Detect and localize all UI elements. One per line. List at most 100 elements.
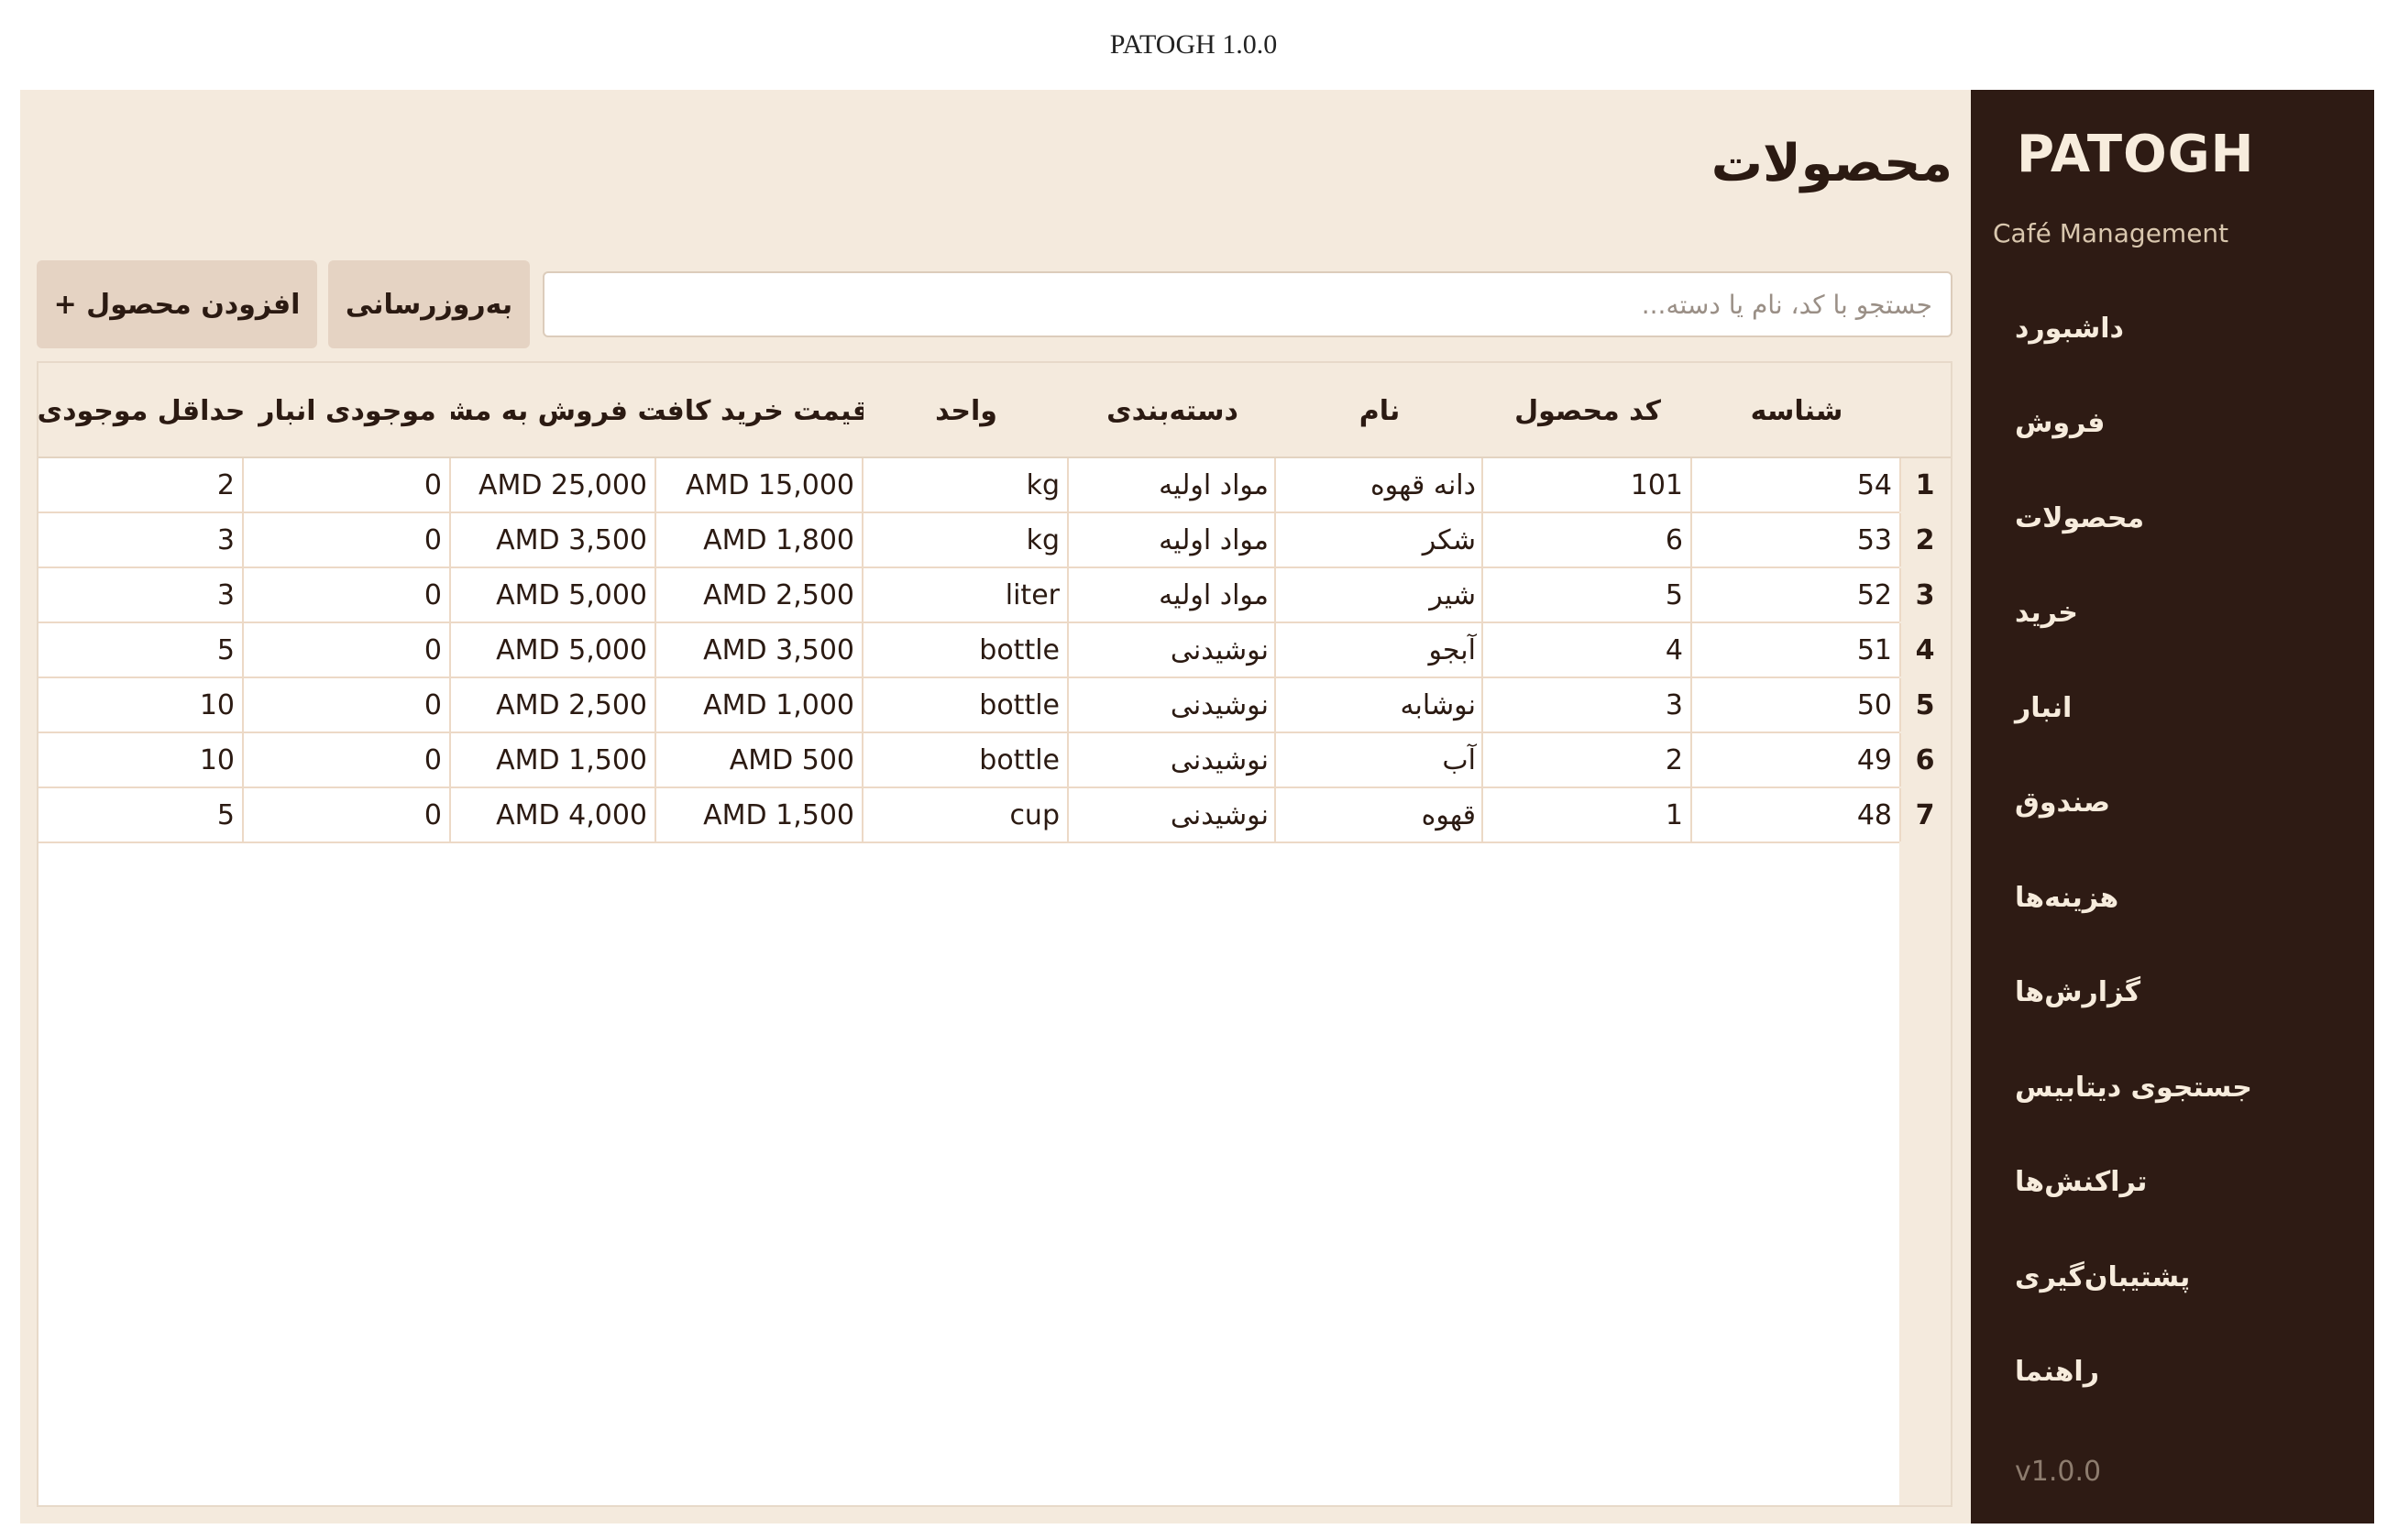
cell-name[interactable]: شکر: [1276, 513, 1483, 568]
cell-buy-price[interactable]: AMD 3,500: [656, 623, 864, 678]
sidebar-item-purchase[interactable]: خرید: [2015, 586, 2345, 641]
header-sell-price[interactable]: قیمت فروش به مشتری: [451, 363, 656, 458]
sidebar-item-transactions[interactable]: تراکنش‌ها: [2015, 1155, 2345, 1210]
cell-id[interactable]: 54: [1692, 458, 1901, 513]
cell-unit[interactable]: kg: [864, 458, 1069, 513]
cell-buy-price[interactable]: AMD 1,800: [656, 513, 864, 568]
table-row[interactable]: 3 0 AMD 3,500 AMD 1,800 kg مواد اولیه شکر 6 53: [38, 513, 1901, 568]
cell-unit[interactable]: kg: [864, 513, 1069, 568]
cell-buy-price[interactable]: AMD 1,500: [656, 788, 864, 843]
header-stock[interactable]: موجودی انبار: [244, 363, 451, 458]
cell-id[interactable]: 48: [1692, 788, 1901, 843]
row-number[interactable]: 7: [1899, 788, 1951, 843]
cell-name[interactable]: نوشابه: [1276, 678, 1483, 733]
cell-buy-price[interactable]: AMD 500: [656, 733, 864, 788]
sidebar-item-reports[interactable]: گزارش‌ها: [2015, 965, 2345, 1020]
cell-sell-price[interactable]: AMD 2,500: [451, 678, 656, 733]
cell-sell-price[interactable]: AMD 5,000: [451, 623, 656, 678]
sidebar-item-warehouse[interactable]: انبار: [2015, 680, 2345, 735]
cell-id[interactable]: 53: [1692, 513, 1901, 568]
cell-id[interactable]: 51: [1692, 623, 1901, 678]
cell-category[interactable]: نوشیدنی: [1069, 788, 1276, 843]
cell-buy-price[interactable]: AMD 2,500: [656, 568, 864, 623]
table-row[interactable]: 5 0 AMD 4,000 AMD 1,500 cup نوشیدنی قهوه 1 48: [38, 788, 1901, 843]
cell-unit[interactable]: liter: [864, 568, 1069, 623]
cell-code[interactable]: 1: [1483, 788, 1692, 843]
add-product-button[interactable]: افزودن محصول +: [37, 260, 317, 348]
cell-id[interactable]: 52: [1692, 568, 1901, 623]
header-category[interactable]: دسته‌بندی: [1069, 363, 1276, 458]
table-row[interactable]: 10 0 AMD 1,500 AMD 500 bottle نوشیدنی آب 2 49: [38, 733, 1901, 788]
cell-stock[interactable]: 0: [244, 568, 451, 623]
cell-unit[interactable]: cup: [864, 788, 1069, 843]
cell-sell-price[interactable]: AMD 4,000: [451, 788, 656, 843]
cell-category[interactable]: مواد اولیه: [1069, 513, 1276, 568]
cell-stock[interactable]: 0: [244, 513, 451, 568]
sidebar-item-sales[interactable]: فروش: [2015, 396, 2345, 451]
cell-name[interactable]: شیر: [1276, 568, 1483, 623]
cell-stock[interactable]: 0: [244, 678, 451, 733]
header-code[interactable]: کد محصول: [1483, 363, 1692, 458]
table-row[interactable]: 10 0 AMD 2,500 AMD 1,000 bottle نوشیدنی نوشابه…: [38, 678, 1901, 733]
cell-code[interactable]: 5: [1483, 568, 1692, 623]
sidebar-item-expenses[interactable]: هزینه‌ها: [2015, 870, 2345, 925]
header-name[interactable]: نام: [1276, 363, 1483, 458]
cell-sell-price[interactable]: AMD 1,500: [451, 733, 656, 788]
table-row[interactable]: 5 0 AMD 5,000 AMD 3,500 bottle نوشیدنی آبجو 4 51: [38, 623, 1901, 678]
cell-buy-price[interactable]: AMD 15,000: [656, 458, 864, 513]
cell-unit[interactable]: bottle: [864, 623, 1069, 678]
sidebar-item-database-search[interactable]: جستجوی دیتابیس: [2015, 1060, 2345, 1115]
cell-category[interactable]: نوشیدنی: [1069, 623, 1276, 678]
sidebar-item-dashboard[interactable]: داشبورد: [2015, 301, 2345, 356]
row-number[interactable]: 5: [1899, 678, 1951, 733]
sidebar-item-cashbox[interactable]: صندوق: [2015, 776, 2345, 830]
cell-min-stock[interactable]: 5: [38, 623, 244, 678]
table-row[interactable]: 3 0 AMD 5,000 AMD 2,500 liter مواد اولیه شیر 5 5…: [38, 568, 1901, 623]
cell-unit[interactable]: bottle: [864, 678, 1069, 733]
sidebar-item-backup[interactable]: پشتیبان‌گیری: [2015, 1249, 2345, 1304]
cell-code[interactable]: 3: [1483, 678, 1692, 733]
cell-sell-price[interactable]: AMD 25,000: [451, 458, 656, 513]
cell-name[interactable]: دانه قهوه: [1276, 458, 1483, 513]
row-number[interactable]: 1: [1899, 458, 1951, 513]
cell-min-stock[interactable]: 10: [38, 678, 244, 733]
search-input[interactable]: [543, 271, 1952, 337]
cell-name[interactable]: آبجو: [1276, 623, 1483, 678]
cell-sell-price[interactable]: AMD 3,500: [451, 513, 656, 568]
cell-min-stock[interactable]: 5: [38, 788, 244, 843]
cell-min-stock[interactable]: 2: [38, 458, 244, 513]
cell-category[interactable]: مواد اولیه: [1069, 458, 1276, 513]
header-buy-price[interactable]: قیمت خرید کافه: [656, 363, 864, 458]
cell-stock[interactable]: 0: [244, 733, 451, 788]
refresh-button[interactable]: به‌روزرسانی: [328, 260, 530, 348]
cell-unit[interactable]: bottle: [864, 733, 1069, 788]
cell-code[interactable]: 2: [1483, 733, 1692, 788]
cell-code[interactable]: 4: [1483, 623, 1692, 678]
cell-category[interactable]: مواد اولیه: [1069, 568, 1276, 623]
cell-buy-price[interactable]: AMD 1,000: [656, 678, 864, 733]
cell-category[interactable]: نوشیدنی: [1069, 678, 1276, 733]
cell-category[interactable]: نوشیدنی: [1069, 733, 1276, 788]
cell-stock[interactable]: 0: [244, 623, 451, 678]
cell-stock[interactable]: 0: [244, 788, 451, 843]
cell-name[interactable]: قهوه: [1276, 788, 1483, 843]
row-number[interactable]: 3: [1899, 568, 1951, 623]
row-number[interactable]: 6: [1899, 733, 1951, 788]
sidebar-item-help[interactable]: راهنما: [2015, 1345, 2345, 1400]
cell-sell-price[interactable]: AMD 5,000: [451, 568, 656, 623]
cell-name[interactable]: آب: [1276, 733, 1483, 788]
cell-id[interactable]: 49: [1692, 733, 1901, 788]
cell-min-stock[interactable]: 3: [38, 568, 244, 623]
cell-code[interactable]: 6: [1483, 513, 1692, 568]
sidebar-item-products[interactable]: محصولات: [2015, 490, 2345, 545]
cell-stock[interactable]: 0: [244, 458, 451, 513]
header-min-stock[interactable]: حداقل موجودی: [38, 363, 244, 458]
cell-code[interactable]: 101: [1483, 458, 1692, 513]
cell-min-stock[interactable]: 3: [38, 513, 244, 568]
header-id[interactable]: شناسه: [1692, 363, 1901, 458]
row-number[interactable]: 2: [1899, 513, 1951, 568]
cell-min-stock[interactable]: 10: [38, 733, 244, 788]
header-unit[interactable]: واحد: [864, 363, 1069, 458]
table-row[interactable]: 2 0 AMD 25,000 AMD 15,000 kg مواد اولیه دانه ق…: [38, 458, 1901, 513]
cell-id[interactable]: 50: [1692, 678, 1901, 733]
